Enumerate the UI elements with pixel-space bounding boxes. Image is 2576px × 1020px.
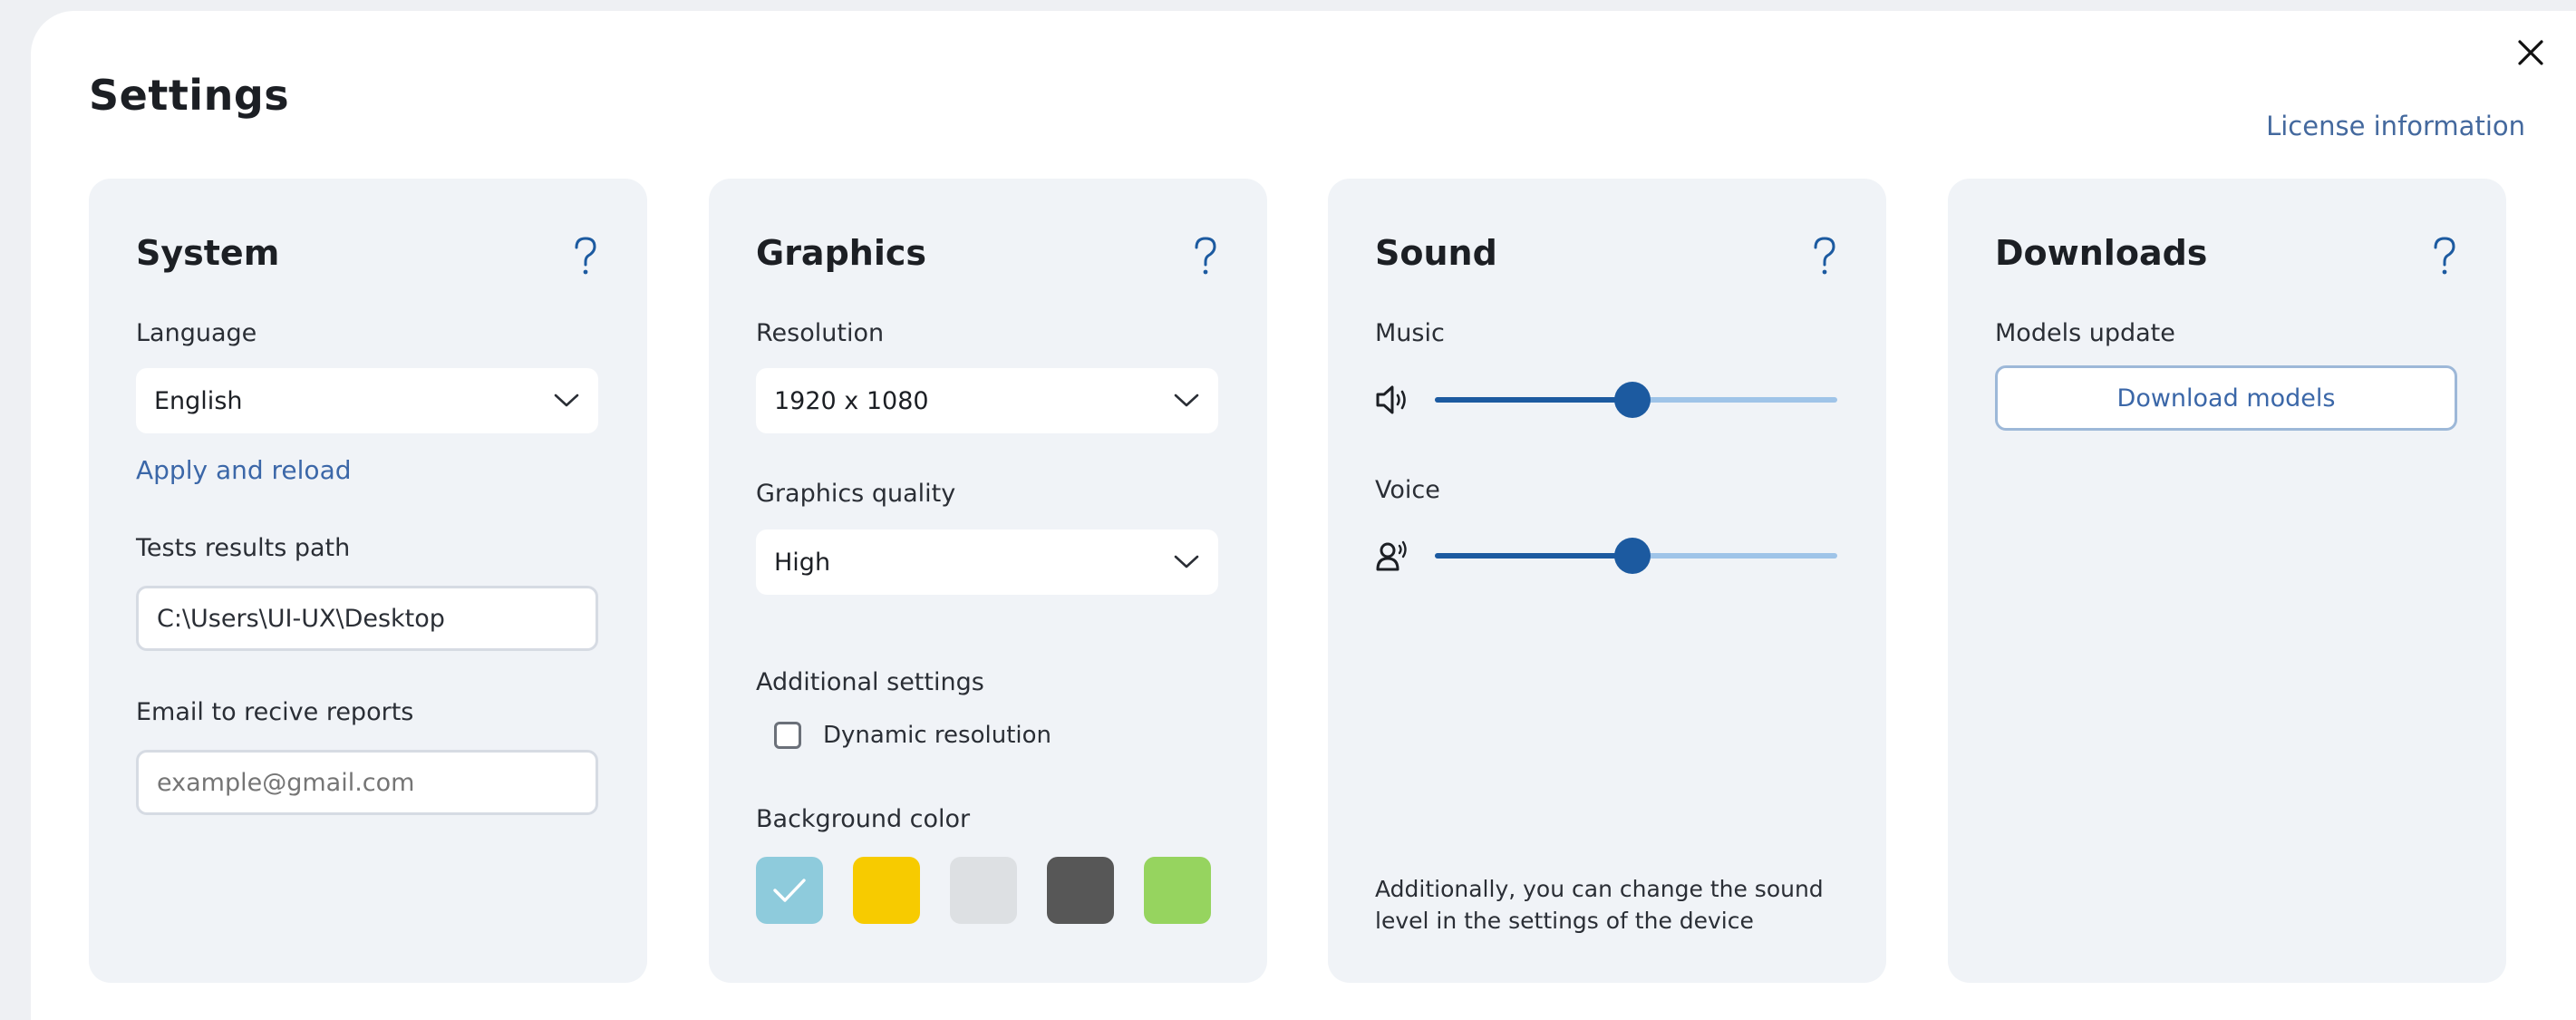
background-color-swatches	[756, 857, 1211, 924]
help-icon[interactable]	[2430, 235, 2459, 277]
speaker-icon	[1376, 385, 1406, 414]
dynamic-resolution-checkbox-row[interactable]: Dynamic resolution	[774, 722, 1051, 749]
language-select[interactable]: English	[136, 368, 598, 433]
chevron-down-icon	[554, 393, 579, 407]
chevron-down-icon	[1174, 393, 1199, 407]
help-icon[interactable]	[1191, 235, 1220, 277]
music-slider-fill	[1435, 397, 1632, 403]
voice-label: Voice	[1375, 476, 1440, 504]
language-value: English	[154, 386, 243, 415]
downloads-title: Downloads	[1995, 233, 2208, 273]
music-slider-row	[1375, 376, 1837, 422]
color-swatch-dark-gray[interactable]	[1047, 857, 1114, 924]
license-information-link[interactable]: License information	[2266, 111, 2525, 141]
color-swatch-green[interactable]	[1144, 857, 1211, 924]
check-icon	[773, 879, 806, 902]
downloads-panel: Downloads Models update Download models	[1948, 179, 2506, 983]
voice-slider-fill	[1435, 553, 1632, 559]
music-slider[interactable]	[1435, 382, 1837, 418]
color-swatch-yellow[interactable]	[853, 857, 920, 924]
voice-slider-row	[1375, 532, 1837, 578]
tests-path-input[interactable]	[136, 586, 598, 651]
sound-note: Additionally, you can change the sound l…	[1375, 876, 1824, 934]
voice-icon	[1376, 540, 1407, 571]
graphics-title: Graphics	[756, 233, 926, 273]
graphics-panel: Graphics Resolution 1920 x 1080 Graphics…	[709, 179, 1267, 983]
tests-path-label: Tests results path	[136, 534, 351, 562]
language-label: Language	[136, 319, 257, 347]
resolution-select[interactable]: 1920 x 1080	[756, 368, 1218, 433]
graphics-quality-label: Graphics quality	[756, 480, 956, 508]
music-label: Music	[1375, 319, 1445, 347]
help-icon[interactable]	[1810, 235, 1839, 277]
help-icon[interactable]	[571, 235, 600, 277]
sound-panel: Sound Music Voice Additionally, you can …	[1328, 179, 1886, 983]
email-label: Email to recive reports	[136, 698, 414, 726]
resolution-label: Resolution	[756, 319, 885, 347]
settings-modal: Settings License information System Lang…	[31, 11, 2576, 1020]
graphics-quality-select[interactable]: High	[756, 529, 1218, 595]
background-color-label: Background color	[756, 805, 971, 833]
resolution-value: 1920 x 1080	[774, 386, 929, 415]
dynamic-resolution-label: Dynamic resolution	[823, 722, 1052, 749]
music-slider-thumb[interactable]	[1613, 382, 1651, 418]
color-swatch-blue[interactable]	[756, 857, 823, 924]
page-title: Settings	[89, 71, 290, 120]
close-button[interactable]	[2505, 27, 2556, 78]
graphics-quality-value: High	[774, 548, 831, 577]
download-models-button[interactable]: Download models	[1995, 365, 2457, 431]
sound-title: Sound	[1375, 233, 1497, 273]
close-icon	[2518, 40, 2543, 65]
email-input[interactable]	[136, 750, 598, 815]
color-swatch-light-gray[interactable]	[950, 857, 1017, 924]
apply-and-reload-link[interactable]: Apply and reload	[136, 455, 352, 485]
additional-settings-label: Additional settings	[756, 668, 984, 696]
chevron-down-icon	[1174, 555, 1199, 568]
models-update-label: Models update	[1995, 319, 2175, 347]
voice-slider[interactable]	[1435, 538, 1837, 574]
dynamic-resolution-checkbox[interactable]	[774, 722, 801, 749]
voice-slider-thumb[interactable]	[1613, 538, 1651, 574]
system-title: System	[136, 233, 280, 273]
system-panel: System Language English Apply and reload…	[89, 179, 647, 983]
